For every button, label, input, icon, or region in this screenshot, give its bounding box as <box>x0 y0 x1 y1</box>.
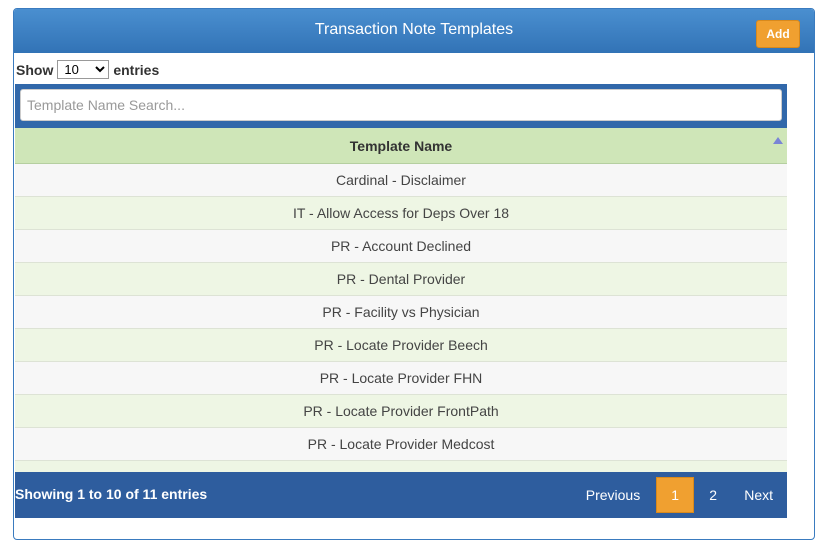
entries-length-control: Show 10 25 50 100 entries <box>16 60 159 79</box>
column-header-template-name[interactable]: Template Name <box>15 128 787 164</box>
pagination: Previous 1 2 Next <box>570 476 787 514</box>
panel-header: Transaction Note Templates Add <box>14 9 814 53</box>
sort-ascending-icon <box>773 137 783 144</box>
pagination-info: Showing 1 to 10 of 11 entries <box>15 486 208 502</box>
table-row[interactable]: PR - Account Declined <box>15 229 787 263</box>
templates-table: Template Name Cardinal - Disclaimer IT -… <box>15 128 787 494</box>
template-name-cell: Cardinal - Disclaimer <box>15 163 787 197</box>
add-button[interactable]: Add <box>756 20 800 48</box>
template-name-cell: PR - Facility vs Physician <box>15 295 787 329</box>
table-row[interactable]: PR - Locate Provider Beech <box>15 328 787 362</box>
table-row[interactable]: PR - Facility vs Physician <box>15 295 787 329</box>
search-bar <box>15 84 787 128</box>
template-name-cell: PR - Dental Provider <box>15 262 787 296</box>
table-row[interactable]: PR - Dental Provider <box>15 262 787 296</box>
template-name-search-input[interactable] <box>20 89 782 121</box>
template-name-cell: PR - Account Declined <box>15 229 787 263</box>
page-button-1[interactable]: 1 <box>656 477 695 513</box>
table-row[interactable]: PR - Locate Provider FHN <box>15 361 787 395</box>
table-row[interactable]: IT - Allow Access for Deps Over 18 <box>15 196 787 230</box>
page-button-2[interactable]: 2 <box>694 477 732 513</box>
show-label: Show <box>16 61 54 78</box>
template-name-cell: IT - Allow Access for Deps Over 18 <box>15 196 787 230</box>
table-row[interactable]: PR - Locate Provider Medcost <box>15 427 787 461</box>
table-row[interactable]: Cardinal - Disclaimer <box>15 163 787 197</box>
template-name-cell: PR - Locate Provider FHN <box>15 361 787 395</box>
table-row[interactable]: PR - Locate Provider FrontPath <box>15 394 787 428</box>
entries-per-page-select[interactable]: 10 25 50 100 <box>57 60 110 79</box>
next-page-button[interactable]: Next <box>732 477 787 513</box>
template-name-cell: PR - Locate Provider Beech <box>15 328 787 362</box>
column-header-label: Template Name <box>349 137 453 154</box>
template-name-cell: PR - Locate Provider Medcost <box>15 427 787 461</box>
entries-label: entries <box>113 61 160 78</box>
table-footer: Showing 1 to 10 of 11 entries Previous 1… <box>15 472 787 518</box>
panel-title: Transaction Note Templates <box>314 21 514 38</box>
template-name-cell: PR - Locate Provider FrontPath <box>15 394 787 428</box>
previous-page-button[interactable]: Previous <box>570 477 656 513</box>
table-header-row: Template Name <box>15 128 787 164</box>
